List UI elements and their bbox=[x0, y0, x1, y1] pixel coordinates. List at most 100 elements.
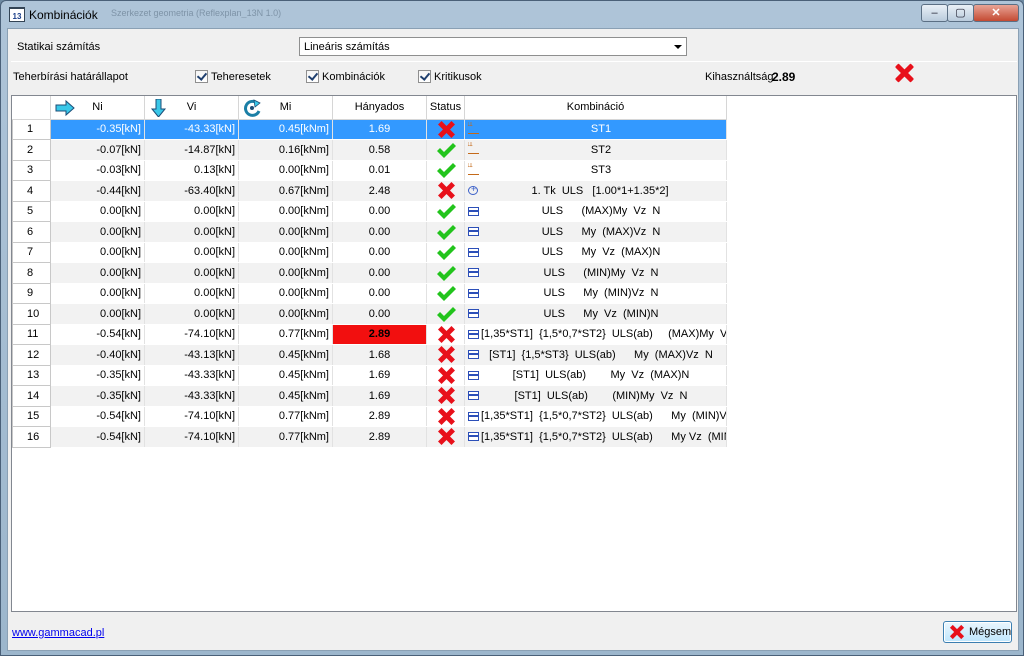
vi-cell[interactable]: 0.13[kN] bbox=[144, 160, 239, 181]
ni-cell[interactable]: 0.00[kN] bbox=[50, 283, 145, 304]
status-cell[interactable] bbox=[426, 221, 465, 243]
column-header-mi[interactable]: Mi bbox=[238, 96, 333, 120]
vi-cell[interactable]: 0.00[kN] bbox=[144, 201, 239, 222]
column-header-status[interactable]: Status bbox=[426, 96, 465, 120]
row-number[interactable]: 7 bbox=[12, 241, 51, 263]
ratio-cell[interactable]: 0.58 bbox=[332, 139, 427, 161]
cancel-button[interactable]: Mégsem bbox=[943, 621, 1012, 643]
ni-cell[interactable]: 0.00[kN] bbox=[50, 262, 145, 284]
loads-checkbox-label[interactable]: Teheresetek bbox=[211, 71, 271, 83]
ratio-cell[interactable]: 1.69 bbox=[332, 385, 427, 407]
status-cell[interactable] bbox=[426, 119, 465, 140]
combination-cell[interactable]: ST1 bbox=[464, 119, 727, 140]
column-header-ratio[interactable]: Hányados bbox=[332, 96, 427, 120]
row-number[interactable]: 15 bbox=[12, 405, 51, 427]
mi-cell[interactable]: 0.77[kNm] bbox=[238, 324, 333, 345]
combination-cell[interactable]: [1,35*ST1] {1,5*0,7*ST2} ULS(ab) My Vz (… bbox=[464, 426, 727, 448]
status-cell[interactable] bbox=[426, 180, 465, 202]
table-row[interactable]: 11 -0.54[kN] -74.10[kN] 0.77[kNm] 2.89 [1,35*… bbox=[12, 323, 727, 345]
ratio-cell[interactable]: 0.00 bbox=[332, 303, 427, 325]
ni-cell[interactable]: -0.54[kN] bbox=[50, 406, 145, 427]
loads-checkbox[interactable] bbox=[195, 70, 208, 83]
minimize-button[interactable]: – bbox=[921, 4, 948, 22]
ratio-cell[interactable]: 2.89 bbox=[332, 406, 427, 427]
row-number[interactable]: 9 bbox=[12, 282, 51, 304]
mi-cell[interactable]: 0.00[kNm] bbox=[238, 221, 333, 243]
combination-cell[interactable]: 1. Tk ULS [1.00*1+1.35*2] bbox=[464, 180, 727, 202]
combination-cell[interactable]: ULS My Vz (MIN)N bbox=[464, 303, 727, 325]
combination-cell[interactable]: ULS My (MAX)Vz N bbox=[464, 221, 727, 243]
ni-cell[interactable]: -0.35[kN] bbox=[50, 119, 145, 140]
row-number[interactable]: 6 bbox=[12, 221, 51, 243]
mi-cell[interactable]: 0.00[kNm] bbox=[238, 242, 333, 263]
ni-cell[interactable]: 0.00[kN] bbox=[50, 221, 145, 243]
vi-cell[interactable]: -74.10[kN] bbox=[144, 324, 239, 345]
mi-cell[interactable]: 0.67[kNm] bbox=[238, 180, 333, 202]
table-row[interactable]: 7 0.00[kN] 0.00[kN] 0.00[kNm] 0.00 ULS My Vz … bbox=[12, 241, 727, 263]
status-cell[interactable] bbox=[426, 160, 465, 181]
status-cell[interactable] bbox=[426, 242, 465, 263]
ni-cell[interactable]: 0.00[kN] bbox=[50, 303, 145, 325]
maximize-button[interactable]: ▢ bbox=[947, 4, 974, 22]
status-cell[interactable] bbox=[426, 139, 465, 161]
column-header-combination[interactable]: Kombináció bbox=[464, 96, 727, 120]
critical-checkbox[interactable] bbox=[418, 70, 431, 83]
row-number[interactable]: 13 bbox=[12, 364, 51, 386]
row-number[interactable]: 2 bbox=[12, 139, 51, 161]
table-row[interactable]: 5 0.00[kN] 0.00[kN] 0.00[kNm] 0.00 ULS (MAX)M… bbox=[12, 200, 727, 222]
row-number[interactable]: 11 bbox=[12, 323, 51, 345]
vi-cell[interactable]: 0.00[kN] bbox=[144, 221, 239, 243]
ni-cell[interactable]: -0.35[kN] bbox=[50, 365, 145, 386]
vi-cell[interactable]: 0.00[kN] bbox=[144, 283, 239, 304]
table-row[interactable]: 8 0.00[kN] 0.00[kN] 0.00[kNm] 0.00 ULS (MIN)M… bbox=[12, 262, 727, 284]
column-header-ni[interactable]: Ni bbox=[50, 96, 145, 120]
critical-checkbox-label[interactable]: Kritikusok bbox=[434, 71, 482, 83]
status-cell[interactable] bbox=[426, 344, 465, 366]
combination-cell[interactable]: ST3 bbox=[464, 160, 727, 181]
calculation-type-select[interactable]: Lineáris számítás bbox=[299, 37, 687, 56]
table-row[interactable]: 13 -0.35[kN] -43.33[kN] 0.45[kNm] 1.69 [ST1] … bbox=[12, 364, 727, 386]
table-row[interactable]: 1-0.35[kN]-43.33[kN]0.45[kNm]1.69 ST1 bbox=[12, 118, 727, 140]
ratio-cell[interactable]: 1.69 bbox=[332, 365, 427, 386]
vi-cell[interactable]: 0.00[kN] bbox=[144, 242, 239, 263]
ni-cell[interactable]: -0.44[kN] bbox=[50, 180, 145, 202]
vi-cell[interactable]: -74.10[kN] bbox=[144, 406, 239, 427]
mi-cell[interactable]: 0.00[kNm] bbox=[238, 201, 333, 222]
ni-cell[interactable]: -0.35[kN] bbox=[50, 385, 145, 407]
vi-cell[interactable]: 0.00[kN] bbox=[144, 303, 239, 325]
vi-cell[interactable]: -63.40[kN] bbox=[144, 180, 239, 202]
status-cell[interactable] bbox=[426, 385, 465, 407]
combinations-grid[interactable]: Ni Vi Mi Hányados Status Kombináció 1 -0… bbox=[11, 95, 1017, 612]
ni-cell[interactable]: -0.54[kN] bbox=[50, 426, 145, 448]
table-row[interactable]: 6 0.00[kN] 0.00[kN] 0.00[kNm] 0.00 ULS My (MA… bbox=[12, 221, 727, 243]
status-cell[interactable] bbox=[426, 201, 465, 222]
combination-cell[interactable]: ST2 bbox=[464, 139, 727, 161]
combination-cell[interactable]: ULS (MAX)My Vz N bbox=[464, 201, 727, 222]
combination-cell[interactable]: [ST1] ULS(ab) (MIN)My Vz N bbox=[464, 385, 727, 407]
status-cell[interactable] bbox=[426, 303, 465, 325]
mi-cell[interactable]: 0.45[kNm] bbox=[238, 119, 333, 140]
ratio-cell[interactable]: 0.01 bbox=[332, 160, 427, 181]
vi-cell[interactable]: -14.87[kN] bbox=[144, 139, 239, 161]
ni-cell[interactable]: -0.40[kN] bbox=[50, 344, 145, 366]
row-number[interactable]: 5 bbox=[12, 200, 51, 222]
mi-cell[interactable]: 0.00[kNm] bbox=[238, 283, 333, 304]
vi-cell[interactable]: -43.33[kN] bbox=[144, 365, 239, 386]
vi-cell[interactable]: 0.00[kN] bbox=[144, 262, 239, 284]
status-cell[interactable] bbox=[426, 406, 465, 427]
ni-cell[interactable]: -0.54[kN] bbox=[50, 324, 145, 345]
mi-cell[interactable]: 0.00[kNm] bbox=[238, 262, 333, 284]
table-row[interactable]: 4-0.44[kN]-63.40[kN]0.67[kNm]2.48 1. Tk U… bbox=[12, 180, 727, 202]
vi-cell[interactable]: -43.13[kN] bbox=[144, 344, 239, 366]
vi-cell[interactable]: -74.10[kN] bbox=[144, 426, 239, 448]
ratio-cell[interactable]: 0.00 bbox=[332, 221, 427, 243]
status-cell[interactable] bbox=[426, 262, 465, 284]
ni-cell[interactable]: -0.03[kN] bbox=[50, 160, 145, 181]
row-number[interactable]: 1 bbox=[12, 118, 51, 140]
ratio-cell[interactable]: 0.00 bbox=[332, 242, 427, 263]
ratio-cell[interactable]: 1.69 bbox=[332, 119, 427, 140]
ni-cell[interactable]: -0.07[kN] bbox=[50, 139, 145, 161]
ratio-cell[interactable]: 0.00 bbox=[332, 262, 427, 284]
mi-cell[interactable]: 0.45[kNm] bbox=[238, 385, 333, 407]
status-cell[interactable] bbox=[426, 365, 465, 386]
